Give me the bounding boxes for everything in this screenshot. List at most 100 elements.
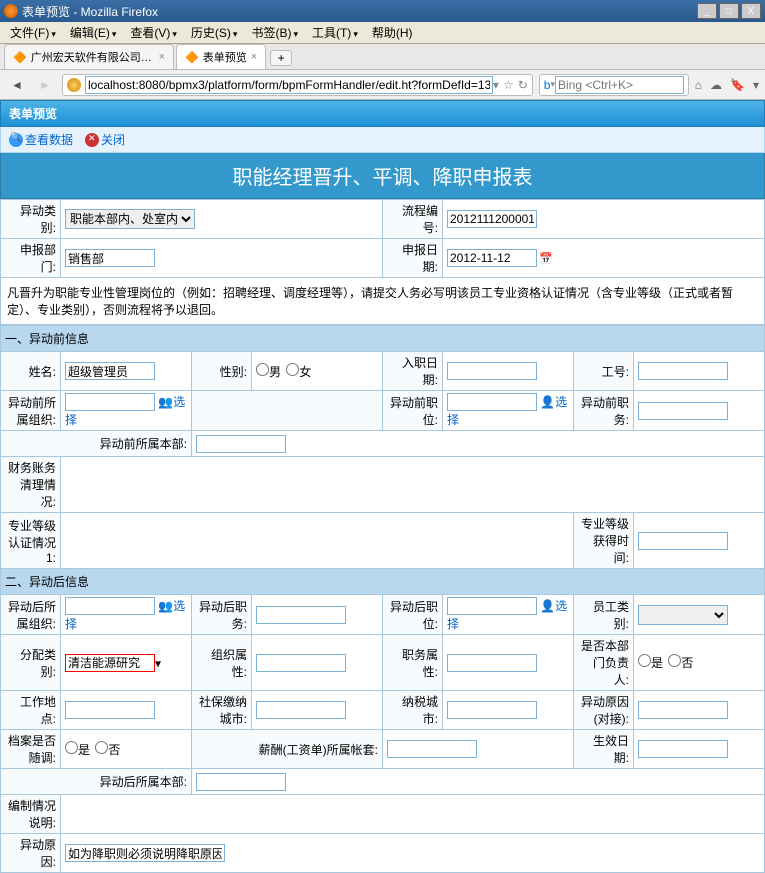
window-title: 表单预览 - Mozilla Firefox — [22, 3, 158, 20]
label-pre-headoffice: 异动前所属本部: — [1, 431, 192, 457]
input-cert-date[interactable] — [638, 532, 728, 550]
radio-head-yes[interactable] — [638, 654, 651, 667]
label-hire-date: 入职日期: — [383, 352, 443, 391]
bing-icon: b — [544, 78, 551, 92]
page-header: 表单预览 — [0, 100, 765, 127]
input-emp-no[interactable] — [638, 362, 728, 380]
close-icon — [85, 133, 99, 147]
label-post-org: 异动后所属组织: — [1, 595, 61, 635]
radio-male[interactable] — [256, 363, 269, 376]
input-post-headoffice[interactable] — [196, 773, 286, 791]
search-input[interactable] — [555, 76, 684, 94]
label-cert-date: 专业等级获得时间: — [574, 513, 634, 569]
input-pre-org[interactable] — [65, 393, 155, 411]
label-post-duty: 异动后职务: — [192, 595, 252, 635]
label-salary-acct: 薪酬(工资单)所属帐套: — [192, 730, 383, 769]
input-effect-date[interactable] — [638, 740, 728, 758]
label-pre-post: 异动前职位: — [383, 391, 443, 431]
new-tab-button[interactable]: + — [270, 50, 292, 66]
label-is-head: 是否本部门负责人: — [574, 635, 634, 691]
input-hire-date[interactable] — [447, 362, 537, 380]
url-bar[interactable]: ▾ ☆ ↻ — [62, 74, 533, 96]
nav-back-button[interactable]: ◄ — [6, 74, 28, 96]
window-close-button[interactable]: X — [741, 3, 761, 19]
input-pre-post[interactable] — [447, 393, 537, 411]
label-head-no: 否 — [681, 656, 693, 670]
label-name: 姓名: — [1, 352, 61, 391]
input-post-org[interactable] — [65, 597, 155, 615]
view-icon — [9, 133, 23, 147]
menu-help[interactable]: 帮助(H) — [366, 22, 419, 43]
select-emp-type[interactable] — [638, 605, 728, 625]
page-toolbar: 查看数据 关闭 — [0, 127, 765, 153]
label-change-type: 异动类别: — [1, 200, 61, 239]
label-file-no: 否 — [108, 743, 120, 757]
view-data-button[interactable]: 查看数据 — [9, 131, 73, 148]
label-gender: 性别: — [192, 352, 252, 391]
label-reason-dock: 异动原因(对接): — [574, 691, 634, 730]
input-duty-attr[interactable] — [447, 654, 537, 672]
history-dropdown-icon[interactable]: ▾ — [493, 78, 499, 92]
bookmark-icon[interactable]: 🔖 — [730, 78, 745, 92]
home-icon[interactable]: ⌂ — [695, 78, 702, 92]
tab-2-close[interactable]: × — [251, 51, 257, 63]
radio-female[interactable] — [286, 363, 299, 376]
org-picker-icon: 👥 — [158, 395, 173, 409]
label-female: 女 — [299, 365, 311, 379]
input-work-loc[interactable] — [65, 701, 155, 719]
label-finance: 财务账务清理情况: — [1, 457, 61, 513]
calendar-icon[interactable] — [537, 251, 553, 265]
input-pre-duty[interactable] — [638, 402, 728, 420]
input-reason-dock[interactable] — [638, 701, 728, 719]
input-alloc-type[interactable] — [65, 654, 155, 672]
label-process-no: 流程编号: — [383, 200, 443, 239]
firefox-icon — [4, 4, 18, 18]
label-report-dept: 申报部门: — [1, 239, 61, 278]
menu-history[interactable]: 历史(S) — [185, 22, 244, 43]
form-title: 职能经理晋升、平调、降职申报表 — [0, 153, 765, 199]
radio-head-no[interactable] — [668, 654, 681, 667]
nav-forward-button[interactable]: ► — [34, 74, 56, 96]
window-maximize-button[interactable]: □ — [719, 3, 739, 19]
radio-file-yes[interactable] — [65, 741, 78, 754]
input-process-no[interactable] — [447, 210, 537, 228]
window-titlebar: 表单预览 - Mozilla Firefox _ □ X — [0, 0, 765, 22]
search-bar[interactable]: b ▾ — [539, 74, 689, 96]
menu-file[interactable]: 文件(F) — [4, 22, 62, 43]
bookmark-star-icon[interactable]: ☆ — [503, 78, 514, 92]
label-alloc-type: 分配类别: — [1, 635, 61, 691]
select-change-type[interactable]: 职能本部内、处室内 — [65, 209, 195, 229]
input-ss-city[interactable] — [256, 701, 346, 719]
browser-tab-2[interactable]: 🔶 表单预览 × — [176, 44, 266, 69]
input-name[interactable] — [65, 362, 155, 380]
tab-1-close[interactable]: × — [159, 51, 165, 63]
menu-edit[interactable]: 编辑(E) — [64, 22, 123, 43]
input-salary-acct[interactable] — [387, 740, 477, 758]
input-post-duty[interactable] — [256, 606, 346, 624]
input-change-reason[interactable] — [65, 844, 225, 862]
site-identity-icon — [67, 78, 81, 92]
label-post-headoffice: 异动后所属本部: — [1, 769, 192, 795]
input-pre-headoffice[interactable] — [196, 435, 286, 453]
tab-favicon: 🔶 — [185, 51, 199, 64]
window-minimize-button[interactable]: _ — [697, 3, 717, 19]
form-note: 凡晋升为职能专业性管理岗位的（例如：招聘经理、调度经理等），请提交人务必写明该员… — [0, 278, 765, 325]
menu-dropdown-icon[interactable]: ▾ — [753, 78, 759, 92]
url-input[interactable] — [85, 76, 493, 94]
menubar: 文件(F) 编辑(E) 查看(V) 历史(S) 书签(B) 工具(T) 帮助(H… — [0, 22, 765, 44]
menu-tools[interactable]: 工具(T) — [306, 22, 364, 43]
input-post-post[interactable] — [447, 597, 537, 615]
label-file-follow: 档案是否随调: — [1, 730, 61, 769]
input-org-attr[interactable] — [256, 654, 346, 672]
sync-icon[interactable]: ☁ — [710, 78, 722, 92]
browser-tab-1[interactable]: 🔶 广州宏天软件有限公司--BPMX3流程… × — [4, 44, 174, 69]
radio-file-no[interactable] — [95, 741, 108, 754]
input-tax-city[interactable] — [447, 701, 537, 719]
menu-view[interactable]: 查看(V) — [124, 22, 183, 43]
reload-icon[interactable]: ↻ — [518, 78, 528, 92]
menu-bookmarks[interactable]: 书签(B) — [245, 22, 304, 43]
input-report-date[interactable] — [447, 249, 537, 267]
input-report-dept[interactable] — [65, 249, 155, 267]
label-cert: 专业等级认证情况1: — [1, 513, 61, 569]
close-button[interactable]: 关闭 — [85, 131, 125, 148]
